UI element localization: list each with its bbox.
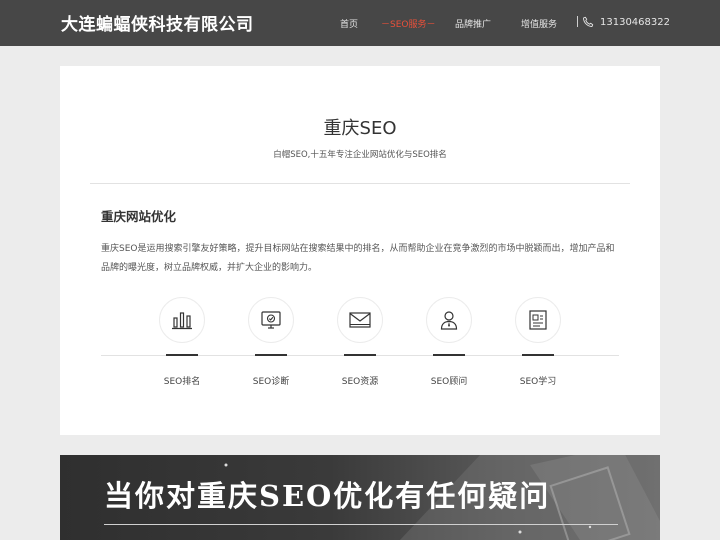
feature-icon-circle [337,297,383,343]
section-body-text: 重庆SEO是运用搜索引擎友好策略，提升目标网站在搜索结果中的排名，从而帮助企业在… [101,244,615,273]
feature-label: SEO排名 [163,377,201,387]
feature-icon-circle [515,297,561,343]
feature-icon-circle [248,297,294,343]
feature-seo-consultant[interactable]: SEO顾问 [419,297,479,397]
seo-intro-card: 重庆SEO 白帽SEO,十五年专注企业网站优化与SEO排名 重庆网站优化 重庆S… [60,66,660,435]
nav-item-brand-promotion[interactable]: 品牌推广 [455,17,491,30]
page-subtitle: 白帽SEO,十五年专注企业网站优化与SEO排名 [273,150,447,160]
feature-seo-ranking[interactable]: SEO排名 [152,297,212,397]
brand-logo-text[interactable]: 大连蝙蝠侠科技有限公司 [61,10,254,35]
feature-underline [433,354,465,356]
faq-banner: 当你对重庆SEO优化有任何疑问 [60,455,660,540]
feature-underline [255,354,287,356]
nav-item-value-added[interactable]: 增值服务 [521,17,557,30]
nav-item-seo-services[interactable]: －SEO服务－ [381,17,435,30]
feature-underline [522,354,554,356]
feature-seo-diagnosis[interactable]: SEO诊断 [241,297,301,397]
feature-icon-circle [159,297,205,343]
bar-chart-icon [172,312,192,330]
feature-underline [344,354,376,356]
banner-underline [104,524,618,525]
banner-heading: 当你对重庆SEO优化有任何疑问 [104,479,551,513]
divider [90,183,630,184]
feature-seo-learning[interactable]: SEO学习 [508,297,568,397]
mail-icon [349,312,371,328]
phone-number[interactable]: 13130468322 [600,17,670,28]
feature-label: SEO学习 [519,377,557,387]
feature-icon-circle [426,297,472,343]
nav-item-home[interactable]: 首页 [340,17,358,30]
consultant-icon [440,311,458,330]
phone-icon [583,16,594,27]
feature-seo-resources[interactable]: SEO资源 [330,297,390,397]
page-title: 重庆SEO [323,118,397,139]
feature-underline [166,354,198,356]
document-icon [529,310,547,330]
feature-label: SEO资源 [341,377,379,387]
site-header: 大连蝙蝠侠科技有限公司 首页 －SEO服务－ 品牌推广 增值服务 1313046… [0,0,720,46]
feature-label: SEO顾问 [430,377,468,387]
nav-divider [577,16,578,27]
feature-label: SEO诊断 [252,377,290,387]
section-heading: 重庆网站优化 [101,209,177,224]
monitor-check-icon [261,311,281,329]
